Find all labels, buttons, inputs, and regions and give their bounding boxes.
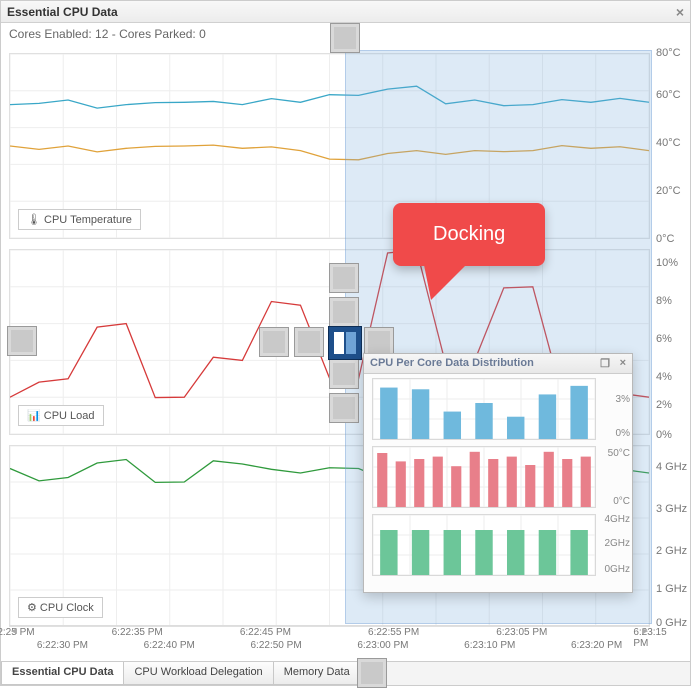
floating-panel-body: 3% 0% 50°C 0°C 4GHz 2GHz 0GHz xyxy=(364,374,632,592)
dock-anchor-down-inner[interactable] xyxy=(329,359,359,389)
x-tick: 6:23:00 PM xyxy=(357,640,408,651)
dock-anchor-up-inner[interactable] xyxy=(329,297,359,327)
scroll-right-icon[interactable]: ► xyxy=(640,626,650,637)
y-tick: 4% xyxy=(656,371,672,383)
chart-label-clock: ⚙ CPU Clock xyxy=(18,597,103,618)
dock-anchor-left-edge[interactable] xyxy=(7,326,37,356)
y-tick: 3 GHz xyxy=(656,503,687,515)
mini3-tick-mid: 2GHz xyxy=(604,538,630,549)
y-tick: 0°C xyxy=(656,233,674,245)
floating-panel-title: CPU Per Core Data Distribution xyxy=(370,357,534,369)
y-tick: 20°C xyxy=(656,185,681,197)
callout-bubble: Docking xyxy=(393,203,545,266)
tab-memory-data[interactable]: Memory Data xyxy=(273,662,361,685)
docking-callout: Docking xyxy=(393,203,545,266)
x-tick: 6:23:20 PM xyxy=(571,640,622,651)
y-tick: 8% xyxy=(656,295,672,307)
chart-label-load: 📊 CPU Load xyxy=(18,405,104,426)
mini1-tick-lo: 0% xyxy=(616,428,630,439)
dock-anchor-top[interactable] xyxy=(330,23,360,53)
dock-anchor-up[interactable] xyxy=(329,263,359,293)
chart-temperature[interactable]: 🌡 CPU Temperature xyxy=(9,53,650,239)
tab-cpu-workload-delegation[interactable]: CPU Workload Delegation xyxy=(123,662,273,685)
floating-panel-per-core[interactable]: CPU Per Core Data Distribution ❐ × 3% 0%… xyxy=(363,353,633,593)
tab-bar: Essential CPU DataCPU Workload Delegatio… xyxy=(1,661,690,685)
y-tick: 10% xyxy=(656,257,678,269)
y-tick: 2% xyxy=(656,399,672,411)
mini-chart-load xyxy=(372,378,596,440)
tab-essential-cpu-data[interactable]: Essential CPU Data xyxy=(1,662,124,685)
x-tick: 6:22:30 PM xyxy=(37,640,88,651)
horizontal-scrollbar[interactable]: ◄ ► xyxy=(9,625,650,635)
floating-panel-titlebar[interactable]: CPU Per Core Data Distribution ❐ × xyxy=(364,354,632,374)
dock-anchor-left-inner[interactable] xyxy=(294,327,324,357)
y-tick: 1 GHz xyxy=(656,583,687,595)
y-tick: 40°C xyxy=(656,137,681,149)
y-tick: 4 GHz xyxy=(656,461,687,473)
y-tick: 2 GHz xyxy=(656,545,687,557)
dock-anchor-bottom[interactable] xyxy=(357,658,387,688)
callout-text: Docking xyxy=(433,223,505,245)
dock-anchor-left[interactable] xyxy=(259,327,289,357)
y-tick: 60°C xyxy=(656,89,681,101)
close-icon[interactable]: × xyxy=(620,357,626,369)
mini2-tick-hi: 50°C xyxy=(608,448,630,459)
y-tick: 80°C xyxy=(656,47,681,59)
mini2-tick-lo: 0°C xyxy=(613,496,630,507)
window-title: Essential CPU Data xyxy=(7,5,118,19)
x-tick: 6:22:50 PM xyxy=(251,640,302,651)
mini3-tick-lo: 0GHz xyxy=(604,564,630,575)
mini1-tick-hi: 3% xyxy=(616,394,630,405)
x-tick: 6:22:40 PM xyxy=(144,640,195,651)
y-tick: 0% xyxy=(656,429,672,441)
restore-icon[interactable]: ❐ xyxy=(600,357,610,370)
dock-anchor-center[interactable] xyxy=(328,326,362,360)
mini3-tick-hi: 4GHz xyxy=(604,514,630,525)
title-bar[interactable]: Essential CPU Data × xyxy=(1,1,690,23)
x-tick: 6:23:10 PM xyxy=(464,640,515,651)
y-tick: 6% xyxy=(656,333,672,345)
dock-anchor-down[interactable] xyxy=(329,393,359,423)
scroll-left-icon[interactable]: ◄ xyxy=(9,626,19,637)
y-axis: 80°C 60°C 40°C 20°C 0°C 10% 8% 6% 4% 2% 0% 4 GHz 3 G… xyxy=(652,49,690,623)
mini-chart-clock xyxy=(372,514,596,576)
chart-label-temperature: 🌡 CPU Temperature xyxy=(18,209,141,230)
mini-chart-temp xyxy=(372,446,596,508)
close-icon[interactable]: × xyxy=(676,4,684,20)
